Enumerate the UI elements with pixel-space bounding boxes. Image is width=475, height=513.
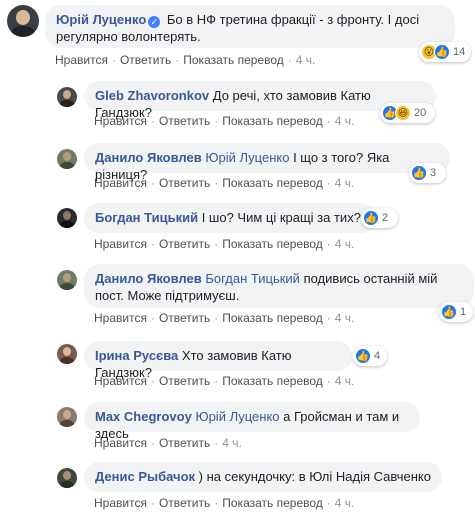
like-icon: 👍 <box>363 210 379 226</box>
comment-bubble: Юрій Луценко ✓ Бо в НФ третина фракції - … <box>45 5 455 48</box>
translate-link[interactable]: Показать перевод <box>222 176 323 190</box>
avatar[interactable] <box>57 270 77 290</box>
comment-text: ) на секундочку: в Юлі Надія Савченко <box>198 469 431 484</box>
reaction-count: 2 <box>382 212 389 224</box>
reply-link[interactable]: Ответить <box>159 237 210 251</box>
like-link[interactable]: Нравится <box>94 496 147 510</box>
comment-author[interactable]: Max Chegrovoy <box>95 409 192 424</box>
translate-link[interactable]: Показать перевод <box>222 311 323 325</box>
like-icon: 👍 <box>411 165 427 181</box>
comment-actions: Нравится · Ответить · Показать перевод · 4 ч. <box>55 53 316 67</box>
like-icon: 👍 <box>434 44 450 60</box>
timestamp[interactable]: 4 ч. <box>222 436 242 450</box>
comment-actions: Нравится · Ответить · Показать перевод · 4 ч. <box>94 176 355 190</box>
like-link[interactable]: Нравится <box>94 374 147 388</box>
reaction-count: 3 <box>430 167 437 179</box>
comment-bubble: Данило Яковлев Юрій Луценко І що з того?… <box>84 143 450 182</box>
comment-bubble: Денис Рыбачок ) на секундочку: в Юлі Над… <box>84 462 442 492</box>
like-link[interactable]: Нравится <box>94 176 147 190</box>
timestamp[interactable]: 4 ч. <box>335 237 355 251</box>
avatar[interactable] <box>7 5 39 37</box>
reply-link[interactable]: Ответить <box>120 53 171 67</box>
reaction-count: 20 <box>414 107 427 119</box>
comment-actions: Нравится · Ответить · Показать перевод · 4 ч. <box>94 496 355 510</box>
translate-link[interactable]: Показать перевод <box>222 496 323 510</box>
avatar[interactable] <box>57 87 77 107</box>
like-icon: 👍 <box>441 304 457 320</box>
comment-author[interactable]: Ірина Русєва <box>95 348 178 363</box>
translate-link[interactable]: Показать перевод <box>222 114 323 128</box>
verified-badge-icon: ✓ <box>148 16 161 28</box>
reply-link[interactable]: Ответить <box>159 374 210 388</box>
reaction-count: 14 <box>453 46 466 58</box>
timestamp[interactable]: 4 ч. <box>335 311 355 325</box>
haha-icon: 😆 <box>395 105 411 121</box>
comment-author[interactable]: Богдан Тицький <box>95 210 198 225</box>
reply-link[interactable]: Ответить <box>159 496 210 510</box>
reactions-summary[interactable]: 😮 👍 14 <box>419 42 471 62</box>
comment-bubble: Max Chegrovoy Юрій Луценко а Гройсман и … <box>84 402 420 441</box>
mention-link[interactable]: Богдан Тицький <box>205 271 300 286</box>
reply-link[interactable]: Ответить <box>159 436 210 450</box>
timestamp[interactable]: 4 ч. <box>335 176 355 190</box>
timestamp[interactable]: 4 ч. <box>296 53 316 67</box>
like-link[interactable]: Нравится <box>94 114 147 128</box>
comment-author[interactable]: Юрій Луценко <box>56 12 146 27</box>
reply-link[interactable]: Ответить <box>159 311 210 325</box>
comment-actions: Нравится · Ответить · Показать перевод · 4 ч. <box>94 237 355 251</box>
comment-author[interactable]: Денис Рыбачок <box>95 469 195 484</box>
timestamp[interactable]: 4 ч. <box>335 496 355 510</box>
like-icon: 👍 <box>355 348 371 364</box>
comment-author[interactable]: Данило Яковлев <box>95 271 202 286</box>
reaction-count: 4 <box>374 350 381 362</box>
reaction-count: 1 <box>460 306 467 318</box>
avatar[interactable] <box>57 468 77 488</box>
like-link[interactable]: Нравится <box>94 436 147 450</box>
comment-text-line2: пост. Може підтримуєш. <box>95 288 240 303</box>
translate-link[interactable]: Показать перевод <box>222 374 323 388</box>
like-link[interactable]: Нравится <box>55 53 108 67</box>
timestamp[interactable]: 4 ч. <box>335 114 355 128</box>
mention-link[interactable]: Юрій Луценко <box>205 150 289 165</box>
comment-bubble: Данило Яковлев Богдан Тицький подивись о… <box>84 264 474 308</box>
translate-link[interactable]: Показать перевод <box>183 53 284 67</box>
reactions-summary[interactable]: 👍 3 <box>409 163 446 183</box>
avatar[interactable] <box>57 344 77 364</box>
reactions-summary[interactable]: 👍 1 <box>439 302 473 322</box>
comment-actions: Нравится · Ответить · Показать перевод · 4 ч. <box>94 114 355 128</box>
comment-actions: Нравится · Ответить · 4 ч. <box>94 436 242 450</box>
like-link[interactable]: Нравится <box>94 311 147 325</box>
reply-link[interactable]: Ответить <box>159 114 210 128</box>
reply-link[interactable]: Ответить <box>159 176 210 190</box>
comment-author[interactable]: Данило Яковлев <box>95 150 202 165</box>
reactions-summary[interactable]: 👍 2 <box>361 208 398 228</box>
comment-actions: Нравится · Ответить · Показать перевод · 4 ч. <box>94 311 355 325</box>
comment-actions: Нравится · Ответить · Показать перевод · 4 ч. <box>94 374 355 388</box>
translate-link[interactable]: Показать перевод <box>222 237 323 251</box>
comment-bubble: Ірина Русєва Хто замовив Катю Гандзюк? <box>84 341 352 380</box>
comment-text: І шо? Чим ці кращі за тих? <box>201 210 361 225</box>
timestamp[interactable]: 4 ч. <box>335 374 355 388</box>
comment-bubble: Богдан Тицький І шо? Чим ці кращі за тих… <box>84 203 376 233</box>
comment-text-line1: подивись останній мій <box>303 271 438 286</box>
avatar[interactable] <box>57 149 77 169</box>
avatar[interactable] <box>57 407 77 427</box>
comment-author[interactable]: Gleb Zhavoronkov <box>95 88 209 103</box>
avatar[interactable] <box>57 208 77 228</box>
reactions-summary[interactable]: 👍 4 <box>353 346 387 366</box>
like-link[interactable]: Нравится <box>94 237 147 251</box>
reactions-summary[interactable]: 👍 😆 20 <box>380 103 435 123</box>
mention-link[interactable]: Юрій Луценко <box>195 409 279 424</box>
